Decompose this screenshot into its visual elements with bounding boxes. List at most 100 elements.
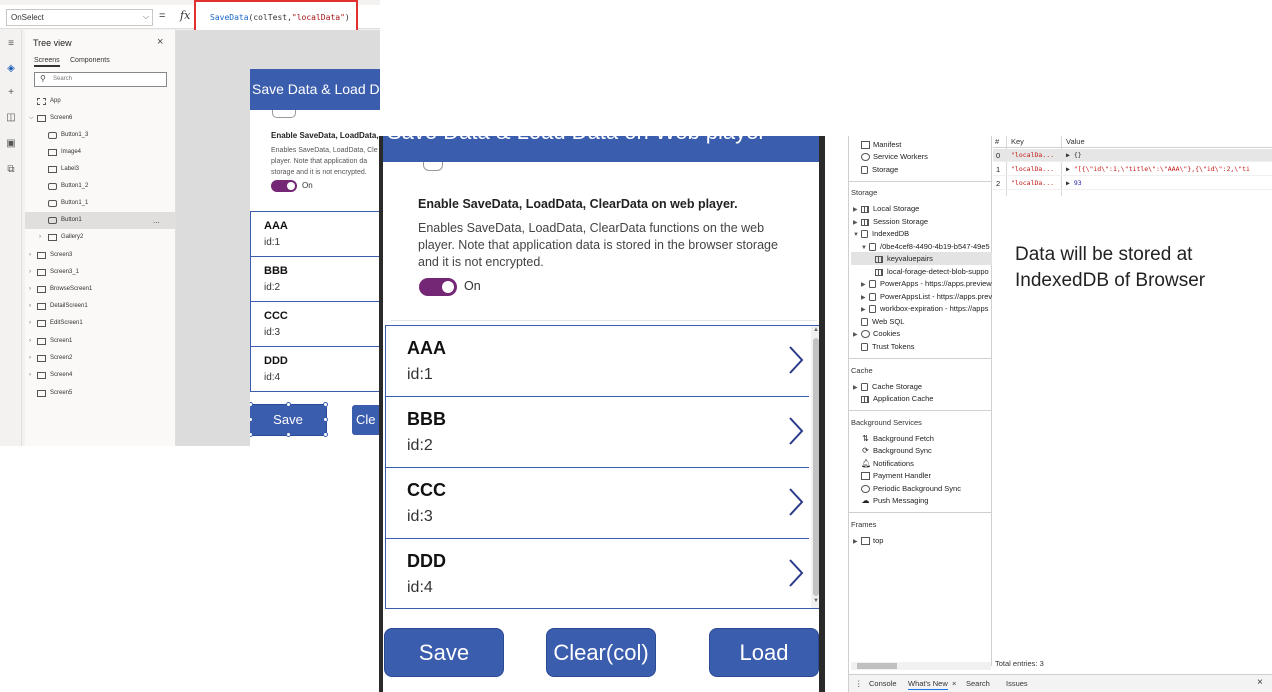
tree-search-input[interactable]: ⚲ Search	[34, 72, 167, 87]
close-drawer-icon[interactable]: ×	[1257, 677, 1263, 688]
tree-item-browsescreen1[interactable]: › BrowseScreen1	[25, 281, 176, 298]
more-options-icon[interactable]: ...	[153, 212, 160, 229]
selection-handle[interactable]	[323, 417, 328, 422]
chevron-right-icon: ▶	[853, 332, 858, 338]
dt-item-local-storage[interactable]: ▶ Local Storage	[853, 202, 919, 215]
drawer-menu-icon[interactable]: ⋮	[855, 679, 863, 688]
tree-item-screen2[interactable]: › Screen2	[25, 350, 176, 367]
tab-components[interactable]: Components	[70, 57, 110, 64]
tree-item-button1-1[interactable]: Button1_1	[25, 195, 176, 212]
hamburger-menu-icon[interactable]: ≡	[5, 38, 17, 50]
col-header-index[interactable]: #	[995, 136, 999, 148]
scrollbar-thumb[interactable]	[813, 338, 819, 596]
chevron-right-icon[interactable]	[787, 345, 805, 375]
gallery: AAA id:1 BBB id:2 CCC id:3 DDD id:4 ▲ ▼	[385, 325, 819, 609]
chevron-right-icon[interactable]	[787, 487, 805, 517]
tab-screens[interactable]: Screens	[34, 57, 60, 67]
canvas-gallery-item[interactable]: CCC id:3	[251, 302, 379, 347]
tab-issues[interactable]: Issues	[1006, 679, 1028, 688]
media-icon[interactable]: ▣	[5, 138, 17, 150]
savedata-toggle[interactable]	[419, 278, 457, 296]
gallery-item-id: id:3	[407, 508, 433, 525]
tree-item-screen3-1[interactable]: › Screen3_1	[25, 264, 176, 281]
selection-handle[interactable]	[286, 432, 291, 437]
tree-item-screen3[interactable]: › Screen3	[25, 247, 176, 264]
tree-item-screen5[interactable]: Screen5	[25, 385, 176, 402]
selection-handle[interactable]	[286, 402, 291, 407]
chevron-right-icon: ›	[29, 303, 31, 309]
tab-search[interactable]: Search	[966, 679, 990, 688]
table-row[interactable]: 1 "localDa... ▶ "[{\"id\":1,\"title\":\"…	[993, 163, 1272, 176]
dt-item-payment-handler[interactable]: Payment Handler	[861, 469, 931, 482]
variables-icon[interactable]: ⧉	[5, 164, 17, 176]
sidebar-horizontal-scrollbar[interactable]	[851, 662, 991, 670]
col-header-value[interactable]: Value	[1066, 136, 1085, 148]
tree-item-button1[interactable]: Button1 ...	[25, 212, 176, 229]
dt-item-push-messaging[interactable]: ☁ Push Messaging	[861, 494, 929, 507]
selection-handle[interactable]	[323, 432, 328, 437]
chevron-right-icon: ▶	[853, 539, 858, 545]
selection-handle[interactable]	[323, 402, 328, 407]
tree-item-editscreen1[interactable]: › EditScreen1	[25, 315, 176, 332]
scrollbar-thumb[interactable]	[857, 663, 897, 669]
dt-item-cookies[interactable]: ▶ Cookies	[853, 327, 900, 340]
tree-item-screen4[interactable]: › Screen4	[25, 367, 176, 384]
gallery-item-title: DDD	[407, 551, 446, 571]
gallery-item[interactable]: BBB id:2	[386, 397, 809, 468]
dt-item-storage[interactable]: Storage	[861, 163, 898, 176]
dt-item-service-workers[interactable]: Service Workers	[861, 150, 928, 163]
chevron-right-icon[interactable]	[787, 416, 805, 446]
canvas-save-button[interactable]: Save	[250, 404, 327, 436]
tree-item-label3[interactable]: Label3	[25, 161, 176, 178]
dt-item-db-powerapps[interactable]: ▶ PowerApps - https://apps.preview	[861, 277, 992, 290]
dt-item-background-sync[interactable]: ⟳ Background Sync	[861, 444, 932, 457]
tree-item-button1-3[interactable]: Button1_3	[25, 127, 176, 144]
tree-item-app[interactable]: App	[25, 93, 176, 110]
dt-item-frame-top[interactable]: ▶ top	[853, 534, 883, 547]
tree-item-screen6[interactable]: ⌵ Screen6	[25, 110, 176, 127]
database-icon	[861, 166, 868, 175]
dt-item-application-cache[interactable]: Application Cache	[861, 392, 933, 405]
table-row[interactable]: 2 "localDa... ▶ 93	[993, 177, 1272, 190]
property-dropdown[interactable]: OnSelect ⌵	[6, 9, 153, 26]
tab-whats-new[interactable]: What's New	[908, 679, 948, 690]
tree-item-detailscreen1[interactable]: › DetailScreen1	[25, 298, 176, 315]
canvas-clear-button[interactable]: Cle	[352, 405, 380, 435]
scroll-up-icon[interactable]: ▲	[813, 327, 819, 333]
tree-item-image4[interactable]: Image4	[25, 144, 176, 161]
dt-item-keyvaluepairs[interactable]: keyvaluepairs	[851, 252, 992, 265]
dt-item-db-workbox[interactable]: ▶ workbox-expiration - https://apps	[861, 302, 988, 315]
save-button[interactable]: Save	[384, 628, 504, 677]
tree-item-screen1[interactable]: › Screen1	[25, 333, 176, 350]
canvas-gallery-item[interactable]: BBB id:2	[251, 257, 379, 302]
clear-collection-button[interactable]: Clear(col)	[546, 628, 656, 677]
close-icon[interactable]: ×	[952, 679, 956, 688]
gallery-item[interactable]: DDD id:4	[386, 539, 809, 608]
canvas-gallery-item[interactable]: AAA id:1	[251, 212, 379, 257]
col-header-key[interactable]: Key	[1011, 136, 1024, 148]
gallery-scrollbar[interactable]: ▲ ▼	[811, 326, 819, 608]
database-icon	[869, 243, 876, 252]
dt-item-trust-tokens[interactable]: Trust Tokens	[861, 340, 915, 353]
gallery-item[interactable]: CCC id:3	[386, 468, 809, 539]
chevron-right-icon[interactable]	[787, 558, 805, 588]
tree-item-gallery2[interactable]: › Gallery2	[25, 229, 176, 246]
gallery-item[interactable]: AAA id:1	[386, 326, 809, 397]
plus-icon[interactable]: +	[5, 87, 17, 99]
canvas-gallery-item[interactable]: DDD id:4	[251, 347, 379, 392]
load-button[interactable]: Load	[709, 628, 819, 677]
scroll-down-icon[interactable]: ▼	[813, 598, 819, 604]
selection-handle[interactable]	[250, 432, 253, 437]
tab-console[interactable]: Console	[869, 679, 897, 688]
layers-icon[interactable]: ◈	[5, 63, 17, 75]
table-row[interactable]: 0 "localDa... ▶ {}	[993, 149, 1272, 162]
tree-item-button1-2[interactable]: Button1_2	[25, 178, 176, 195]
canvas-toggle-switch[interactable]	[271, 180, 297, 192]
formula-input[interactable]: SaveData(colTest,"localData")	[194, 0, 358, 32]
toggle-description: Enables SaveData, LoadData, ClearData fu…	[418, 221, 778, 269]
gallery-item-id: id:4	[407, 579, 433, 596]
close-icon[interactable]: ×	[157, 36, 163, 48]
database-icon[interactable]: ◫	[5, 112, 17, 124]
dt-item-indexeddb[interactable]: ▼ IndexedDB	[853, 227, 909, 240]
divider	[849, 410, 992, 411]
